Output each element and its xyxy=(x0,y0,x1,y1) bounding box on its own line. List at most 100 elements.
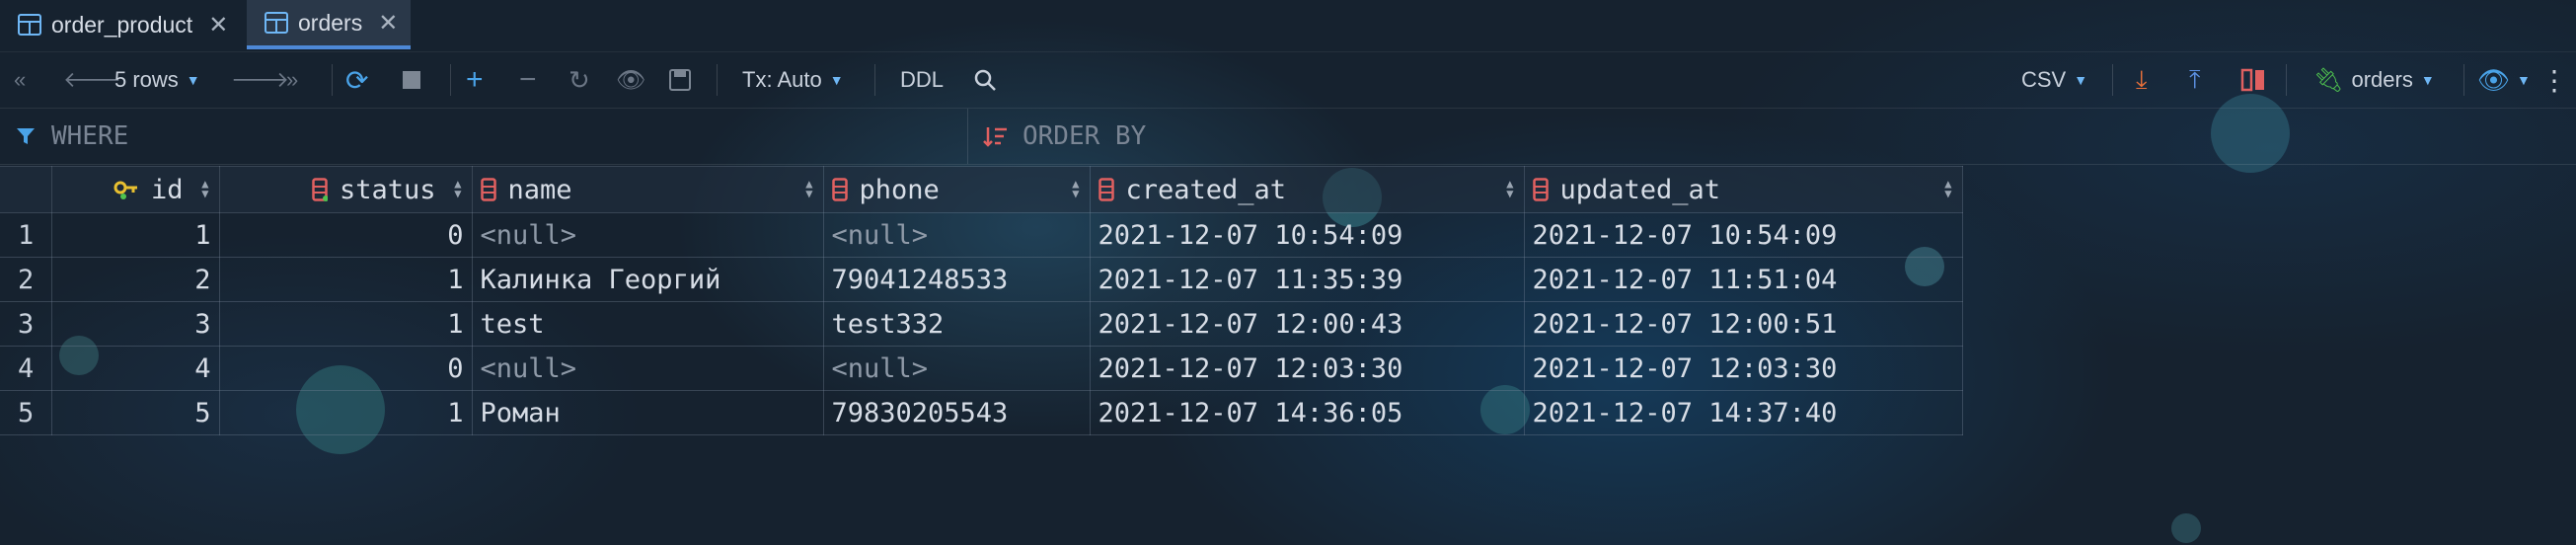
cell-phone[interactable]: <null> xyxy=(822,346,1091,391)
import-icon[interactable]: ⤒ xyxy=(2189,52,2201,108)
sort-icon[interactable]: ▲ ▼ xyxy=(1944,178,1951,199)
tab-order-product[interactable]: order_product ✕ xyxy=(0,0,245,49)
cell-created-at[interactable]: 2021-12-07 11:35:39 xyxy=(1089,257,1525,302)
transaction-mode-dropdown[interactable]: Tx: Auto ▼ xyxy=(742,52,844,108)
table-icon xyxy=(18,14,41,36)
search-icon[interactable] xyxy=(973,52,997,108)
sort-icon[interactable]: ▲ ▼ xyxy=(454,178,461,199)
key-icon xyxy=(114,181,137,199)
preview-icon[interactable]: 👁 xyxy=(616,52,645,108)
more-options-icon[interactable]: ⋮ xyxy=(2540,52,2568,108)
cell-phone[interactable]: 79041248533 xyxy=(822,257,1091,302)
column-header-id[interactable]: id ▲ ▼ xyxy=(50,166,220,213)
cell-id[interactable]: 4 xyxy=(50,346,220,391)
stop-icon[interactable] xyxy=(403,52,420,108)
column-icon xyxy=(1532,178,1549,201)
column-header-status[interactable]: status ▲ ▼ xyxy=(218,166,473,213)
toolbar-divider xyxy=(717,64,718,96)
cell-updated-at[interactable]: 2021-12-07 10:54:09 xyxy=(1523,212,1963,258)
table-row[interactable]: 4 4 0 <null> <null> 2021-12-07 12:03:30 … xyxy=(0,346,1963,391)
datasource-label: orders xyxy=(2351,67,2413,92)
column-label: updated_at xyxy=(1559,174,1721,205)
sort-icon[interactable]: ▲ ▼ xyxy=(201,178,208,199)
close-icon[interactable]: ✕ xyxy=(208,11,228,39)
order-by-field[interactable]: ORDER BY xyxy=(983,109,1146,164)
column-header-phone[interactable]: phone ▲ ▼ xyxy=(822,166,1091,213)
chevron-down-icon: ▼ xyxy=(2420,72,2435,88)
cell-name[interactable]: test xyxy=(471,301,824,347)
revert-icon[interactable]: ↻ xyxy=(568,52,590,108)
table-row[interactable]: 1 1 0 <null> <null> 2021-12-07 10:54:09 … xyxy=(0,212,1963,258)
chevron-down-icon: ▼ xyxy=(829,72,844,88)
next-page-icon[interactable]: 🡒 xyxy=(231,52,289,108)
header-row: id ▲ ▼ status ▲ ▼ name ▲ ▼ phone ▲ ▼ cre… xyxy=(0,166,1963,213)
previous-page-icon[interactable]: 🡐 xyxy=(63,52,121,108)
sort-icon[interactable]: ▲ ▼ xyxy=(1506,178,1513,199)
cell-status[interactable]: 0 xyxy=(218,346,473,391)
cell-created-at[interactable]: 2021-12-07 12:00:43 xyxy=(1089,301,1525,347)
first-page-icon[interactable]: « xyxy=(14,52,26,108)
save-icon-shape xyxy=(669,69,691,91)
export-format-dropdown[interactable]: CSV ▼ xyxy=(2021,52,2087,108)
close-icon[interactable]: ✕ xyxy=(378,9,398,38)
datasource-dropdown[interactable]: 🔌︎ orders ▼ xyxy=(2313,52,2435,108)
ddl-button[interactable]: DDL xyxy=(900,52,944,108)
cell-id[interactable]: 3 xyxy=(50,301,220,347)
where-filter-field[interactable]: WHERE xyxy=(16,109,128,164)
cell-name[interactable]: <null> xyxy=(471,212,824,258)
tx-label: Tx: Auto xyxy=(742,67,822,92)
toolbar-divider xyxy=(874,64,875,96)
cell-updated-at[interactable]: 2021-12-07 12:03:30 xyxy=(1523,346,1963,391)
table-row[interactable]: 3 3 1 test test332 2021-12-07 12:00:43 2… xyxy=(0,301,1963,347)
cell-name[interactable]: Роман xyxy=(471,390,824,435)
table-row[interactable]: 2 2 1 Калинка Георгий 79041248533 2021-1… xyxy=(0,257,1963,302)
cell-phone[interactable]: test332 xyxy=(822,301,1091,347)
cell-phone[interactable]: 79830205543 xyxy=(822,390,1091,435)
toolbar-divider xyxy=(2463,64,2464,96)
chevron-down-icon[interactable]: ▼ xyxy=(2517,52,2531,108)
add-row-icon[interactable]: + xyxy=(466,52,484,108)
sort-icon[interactable]: ▲ ▼ xyxy=(805,178,812,199)
cell-created-at[interactable]: 2021-12-07 10:54:09 xyxy=(1089,212,1525,258)
cell-status[interactable]: 1 xyxy=(218,257,473,302)
column-icon xyxy=(480,178,496,201)
column-icon xyxy=(1098,178,1114,201)
cell-updated-at[interactable]: 2021-12-07 11:51:04 xyxy=(1523,257,1963,302)
save-icon[interactable] xyxy=(669,52,691,108)
cell-name[interactable]: Калинка Георгий xyxy=(471,257,824,302)
cell-id[interactable]: 1 xyxy=(50,212,220,258)
sort-icon[interactable]: ▲ ▼ xyxy=(1072,178,1079,199)
cell-status[interactable]: 1 xyxy=(218,301,473,347)
delete-row-icon[interactable]: − xyxy=(519,52,537,108)
rows-label: 5 rows xyxy=(114,67,179,92)
chevron-down-icon: ▼ xyxy=(186,72,200,88)
rows-dropdown[interactable]: 5 rows ▼ xyxy=(114,52,200,108)
column-header-updated-at[interactable]: updated_at ▲ ▼ xyxy=(1523,166,1963,213)
plug-icon: 🔌︎ xyxy=(2313,66,2344,94)
row-number: 3 xyxy=(0,301,52,347)
cell-status[interactable]: 0 xyxy=(218,212,473,258)
column-icon xyxy=(312,178,328,201)
editor-tab-bar: order_product ✕ orders ✕ xyxy=(0,0,2576,49)
cell-status[interactable]: 1 xyxy=(218,390,473,435)
tab-orders[interactable]: orders ✕ xyxy=(247,0,411,49)
cell-id[interactable]: 5 xyxy=(50,390,220,435)
refresh-icon[interactable]: ⟳ xyxy=(345,52,368,108)
order-by-label: ORDER BY xyxy=(1023,121,1147,151)
cell-created-at[interactable]: 2021-12-07 12:03:30 xyxy=(1089,346,1525,391)
column-header-created-at[interactable]: created_at ▲ ▼ xyxy=(1089,166,1525,213)
result-table: id ▲ ▼ status ▲ ▼ name ▲ ▼ phone ▲ ▼ cre… xyxy=(0,166,1963,435)
column-header-name[interactable]: name ▲ ▼ xyxy=(471,166,824,213)
cell-id[interactable]: 2 xyxy=(50,257,220,302)
export-icon[interactable]: ⤓ xyxy=(2136,52,2148,108)
compare-icon[interactable] xyxy=(2240,52,2266,108)
cell-updated-at[interactable]: 2021-12-07 14:37:40 xyxy=(1523,390,1963,435)
cell-phone[interactable]: <null> xyxy=(822,212,1091,258)
cell-updated-at[interactable]: 2021-12-07 12:00:51 xyxy=(1523,301,1963,347)
cell-name[interactable]: <null> xyxy=(471,346,824,391)
where-label: WHERE xyxy=(51,121,129,151)
cell-created-at[interactable]: 2021-12-07 14:36:05 xyxy=(1089,390,1525,435)
table-row[interactable]: 5 5 1 Роман 79830205543 2021-12-07 14:36… xyxy=(0,390,1963,435)
view-icon[interactable]: 👁 xyxy=(2477,52,2510,108)
last-page-icon[interactable]: » xyxy=(286,52,298,108)
